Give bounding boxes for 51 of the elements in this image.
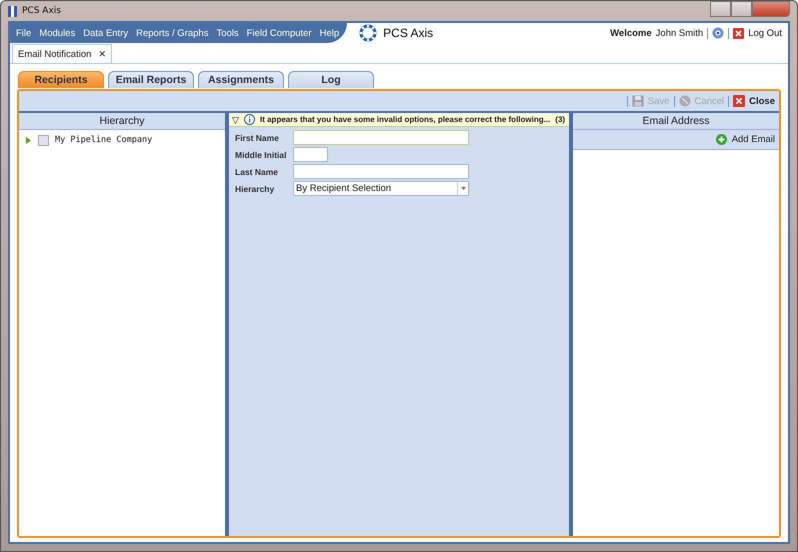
logo-icon [359,24,378,42]
user-name: John Smith [656,28,704,38]
menu-item[interactable]: Tools [212,28,243,38]
warning-text: It appears that you have some invalid options, please correct the following... [260,115,550,124]
menu-item[interactable]: Modules [35,28,80,38]
input-field[interactable] [293,130,469,145]
input-field[interactable] [293,164,469,179]
field-label: Middle Initial [235,150,288,160]
tree-item[interactable]: My Pipeline Company [55,135,152,145]
welcome-label: Welcome [610,28,652,38]
tab[interactable]: Log [288,71,374,88]
pane-header: Email Address [573,113,779,130]
menu-item[interactable]: Reports / Graphs [132,28,212,38]
field-label: First Name [235,132,280,142]
add-email-button[interactable]: Add Email [716,134,775,145]
app-icon [8,6,17,16]
tab[interactable]: Assignments [198,71,284,88]
field-label: Last Name [235,166,279,176]
maximize-button[interactable] [731,1,752,17]
brand-name: PCS Axis [383,26,434,40]
pane-header: Hierarchy [19,113,225,130]
dropdown[interactable]: By Recipient Selection [293,181,469,196]
plus-icon [716,134,727,145]
checkbox[interactable] [38,134,49,146]
menu-item[interactable]: Data Entry [79,28,132,38]
help-icon[interactable] [712,27,724,39]
info-icon [244,114,255,125]
close-icon[interactable]: ✕ [98,49,106,59]
close-button[interactable]: Close [733,95,775,107]
close-icon [733,28,744,38]
splitter-handle[interactable] [569,113,573,536]
document-tab[interactable]: Email Notification ✕ [12,44,112,63]
splitter-handle[interactable] [225,113,229,536]
window-title: PCS Axis [22,6,61,16]
close-icon [733,95,746,107]
logout-link[interactable]: Log Out [748,28,782,38]
tab[interactable]: Email Reports [108,71,194,88]
collapse-toggle[interactable]: ▽ [232,114,239,124]
field-label: Hierarchy [235,184,276,194]
close-button[interactable] [752,1,790,17]
tab-label: Email Notification [18,48,92,60]
expand-arrow-icon[interactable] [25,136,32,144]
caret-icon [460,187,466,190]
menu-item[interactable]: File [12,28,36,38]
minimize-button[interactable] [710,1,731,17]
input-field[interactable] [293,147,328,162]
menu-item[interactable]: Help [316,28,344,38]
cancel-icon [678,95,691,107]
menu-item[interactable]: Field Computer [242,28,316,38]
tab[interactable]: Recipients [18,71,104,88]
warning-count: (3) [555,115,566,124]
